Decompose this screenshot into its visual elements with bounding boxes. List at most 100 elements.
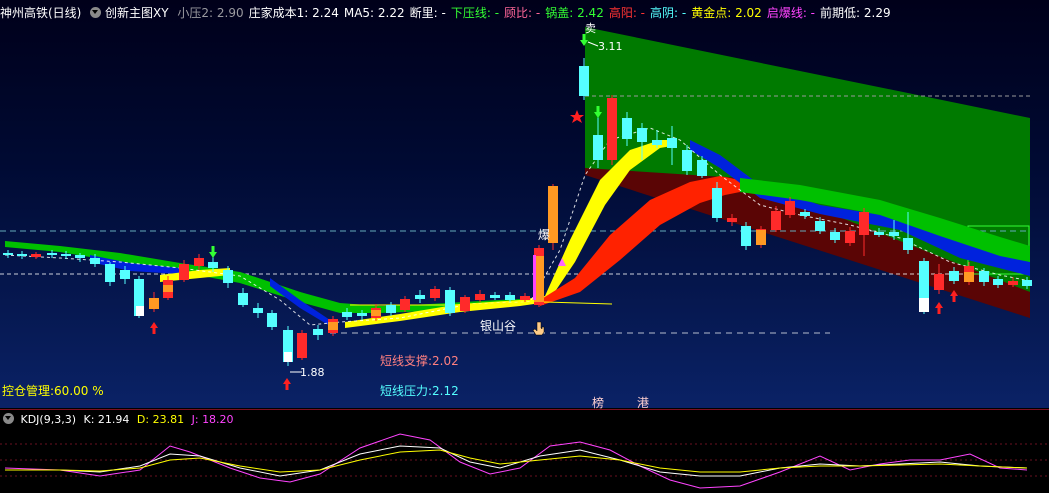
candle-body <box>253 308 263 313</box>
candle-body <box>815 221 825 231</box>
candle-body <box>415 295 425 299</box>
position-management: 控仓管理:60.00 % <box>2 384 104 398</box>
candle-body <box>771 211 781 230</box>
candle-body <box>61 254 71 256</box>
candle-body <box>727 218 737 222</box>
cursor-hand-icon <box>532 321 545 336</box>
candle-body <box>934 274 944 290</box>
candle-highlight <box>136 306 144 316</box>
candle-body <box>593 135 603 160</box>
candle-body <box>800 212 810 216</box>
sell-arrow-icon <box>209 246 217 258</box>
candle-body <box>637 128 647 142</box>
chart-header: 神州高铁(日线) 创新主图XY 小压2: 2.90 庄家成本1: 2.24 MA5:… <box>0 4 891 22</box>
candle-body <box>622 118 632 139</box>
candle-body <box>17 254 27 256</box>
candle-body <box>697 160 707 176</box>
indicator-values: 小压2: 2.90 庄家成本1: 2.24 MA5: 2.22 断里: - 下压线: -… <box>172 6 890 20</box>
candle-body <box>194 258 204 266</box>
candle-body <box>607 98 617 160</box>
indicator-field: 下压线: - <box>450 6 500 20</box>
candle-body <box>874 232 884 235</box>
buy-arrow-icon <box>150 322 158 334</box>
indicator-field: 锅盖: 2.42 <box>545 6 604 20</box>
valley-label: 银山谷 <box>480 319 517 333</box>
kdj-j-line <box>4 433 1028 489</box>
candle-body <box>667 138 677 148</box>
dropdown-icon[interactable] <box>3 413 14 424</box>
candle-body <box>120 270 130 279</box>
candle-body <box>31 254 41 257</box>
candle-body <box>1022 280 1032 286</box>
kdj-k: K: 21.94 <box>83 413 130 426</box>
candle-body <box>75 255 85 258</box>
star-icon <box>570 110 584 123</box>
indicator-field: 黄金点: 2.02 <box>691 6 762 20</box>
tag-gang: 港 <box>637 396 650 410</box>
kdj-title[interactable]: KDJ(9,3,3) <box>21 413 77 426</box>
candle-body <box>400 299 410 310</box>
indicator-field: 高阳: - <box>608 6 646 20</box>
candle-body <box>223 270 233 283</box>
candle-body <box>3 253 13 255</box>
candle-body <box>903 238 913 250</box>
candle-body <box>785 201 795 215</box>
indicator-name[interactable]: 创新主图XY <box>105 6 169 20</box>
indicator-field: 启爆线: - <box>766 6 816 20</box>
candle-body <box>1008 281 1018 285</box>
candle-body <box>949 271 959 281</box>
candle-body <box>682 150 692 171</box>
buy-arrow-icon <box>283 378 291 390</box>
tag-bang: 榜 <box>592 396 605 410</box>
candle-highlight <box>284 352 292 362</box>
candle-body <box>830 232 840 240</box>
candle-body <box>490 295 500 298</box>
sell-label: 卖 <box>585 22 596 35</box>
candle-body <box>105 264 115 282</box>
kdj-d: D: 23.81 <box>136 413 185 426</box>
indicator-field: 前期低: 2.29 <box>820 6 891 20</box>
indicator-field: 庄家成本1: 2.24 <box>248 6 339 20</box>
candle-body <box>297 333 307 358</box>
kdj-panel[interactable]: KDJ(9,3,3) K: 21.94 D: 23.81 J: 18.20 <box>0 409 1049 493</box>
candle-body <box>179 264 189 280</box>
candle-body <box>845 231 855 243</box>
candle-body <box>357 313 367 316</box>
explode-label: 爆 <box>538 228 551 242</box>
candle-highlight <box>328 322 338 330</box>
candle-body <box>520 296 530 300</box>
candle-body <box>579 66 589 96</box>
candle-body <box>652 140 662 145</box>
candle-body <box>238 293 248 305</box>
candle-body <box>979 271 989 282</box>
indicator-field: 顾比: - <box>504 6 541 20</box>
candle-highlight <box>371 310 381 316</box>
candle-highlight <box>756 230 766 245</box>
candle-highlight <box>163 285 173 292</box>
high-price-label: 3.11 <box>598 40 623 53</box>
candle-body <box>993 279 1003 285</box>
stock-chart-window: 神州高铁(日线) 创新主图XY 小压2: 2.90 庄家成本1: 2.24 MA5:… <box>0 0 1049 493</box>
candle-body <box>445 290 455 313</box>
candle-body <box>267 313 277 327</box>
candle-body <box>90 258 100 264</box>
candle-body <box>859 212 869 235</box>
candle-body <box>342 312 352 317</box>
main-chart-panel[interactable]: 神州高铁(日线) 创新主图XY 小压2: 2.90 庄家成本1: 2.24 MA5:… <box>0 0 1049 410</box>
indicator-field: 小压2: 2.90 <box>177 6 244 20</box>
candle-body <box>208 262 218 268</box>
candle-highlight <box>919 298 929 312</box>
candle-body <box>460 297 470 311</box>
dropdown-icon[interactable] <box>90 7 102 18</box>
candle-body <box>505 295 515 300</box>
candle-highlight <box>533 255 536 300</box>
candle-body <box>430 289 440 298</box>
indicator-field: MA5: 2.22 <box>343 6 405 20</box>
candle-body <box>313 329 323 335</box>
price-chart[interactable] <box>0 0 1049 408</box>
candle-highlight <box>149 298 159 309</box>
short-support: 短线支撑:2.02 <box>380 354 459 368</box>
candle-body <box>475 294 485 300</box>
candle-body <box>889 232 899 236</box>
candle-body <box>386 305 396 313</box>
